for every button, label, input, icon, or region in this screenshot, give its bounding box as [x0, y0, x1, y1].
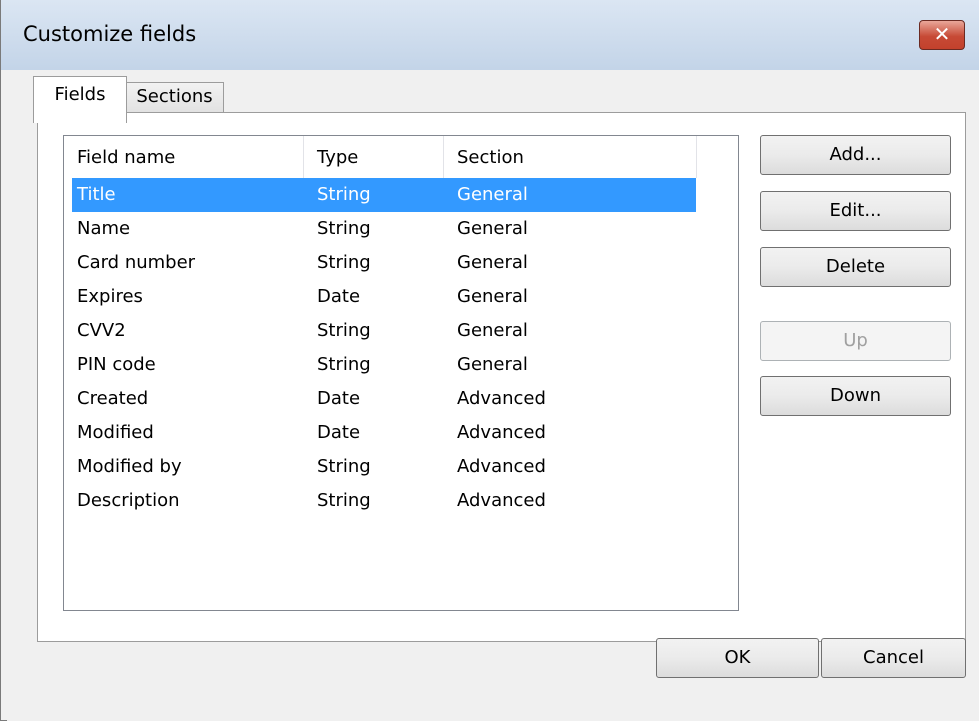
cell-field-name: Card number [77, 252, 196, 273]
cell-section: General [457, 252, 528, 273]
cell-field-name: Modified by [77, 456, 182, 477]
list-header: Field name Type Section [64, 136, 738, 178]
cell-field-name: PIN code [77, 354, 156, 375]
cell-section: General [457, 184, 528, 205]
delete-button[interactable]: Delete [760, 247, 951, 287]
cell-field-name: Title [77, 184, 116, 205]
window-title: Customize fields [23, 22, 197, 46]
cell-field-name: Created [77, 388, 149, 409]
column-header-field-name[interactable]: Field name [64, 136, 304, 178]
table-row[interactable]: Description String Advanced [64, 484, 738, 518]
cell-section: Advanced [457, 456, 546, 477]
cell-type: String [317, 354, 371, 375]
cell-section: General [457, 354, 528, 375]
cell-type: String [317, 252, 371, 273]
title-bar: Customize fields ✕ [1, 0, 979, 70]
cell-field-name: Modified [77, 422, 154, 443]
close-button[interactable]: ✕ [919, 20, 965, 50]
cell-section: General [457, 218, 528, 239]
table-row[interactable]: CVV2 String General [64, 314, 738, 348]
tab-fields[interactable]: Fields [33, 76, 127, 123]
cell-type: String [317, 320, 371, 341]
cell-type: String [317, 456, 371, 477]
cell-field-name: Expires [77, 286, 143, 307]
table-row[interactable]: Modified by String Advanced [64, 450, 738, 484]
table-row[interactable]: Created Date Advanced [64, 382, 738, 416]
table-row[interactable]: Expires Date General [64, 280, 738, 314]
cell-section: Advanced [457, 422, 546, 443]
cell-section: General [457, 286, 528, 307]
cell-type: String [317, 184, 371, 205]
cell-field-name: Description [77, 490, 180, 511]
tab-sections[interactable]: Sections [125, 82, 224, 112]
table-row[interactable]: Modified Date Advanced [64, 416, 738, 450]
cell-type: Date [317, 388, 361, 409]
cell-field-name: CVV2 [77, 320, 126, 341]
column-header-section[interactable]: Section [444, 136, 697, 178]
cancel-button[interactable]: Cancel [821, 638, 966, 678]
fields-list[interactable]: Field name Type Section Title String Gener… [63, 135, 739, 611]
cell-type: Date [317, 422, 361, 443]
cell-type: String [317, 218, 371, 239]
fields-tab-panel: Field name Type Section Title String Gener… [37, 112, 966, 642]
dialog-body: Fields Sections Field name Type Section … [7, 70, 979, 721]
add-button[interactable]: Add... [760, 135, 951, 175]
table-row[interactable]: PIN code String General [64, 348, 738, 382]
up-button[interactable]: Up [760, 321, 951, 361]
down-button[interactable]: Down [760, 376, 951, 416]
tab-sections-label: Sections [136, 86, 213, 107]
column-header-type[interactable]: Type [304, 136, 444, 178]
customize-fields-dialog: Customize fields ✕ Fields Sections Field… [0, 0, 979, 721]
cell-type: Date [317, 286, 361, 307]
table-row[interactable]: Title String General [64, 178, 738, 212]
tab-fields-label: Fields [54, 84, 106, 105]
column-header-filler [697, 136, 738, 178]
cell-field-name: Name [77, 218, 131, 239]
cell-section: Advanced [457, 490, 546, 511]
close-icon: ✕ [933, 22, 951, 46]
edit-button[interactable]: Edit... [760, 191, 951, 231]
ok-button[interactable]: OK [656, 638, 819, 678]
cell-type: String [317, 490, 371, 511]
cell-section: General [457, 320, 528, 341]
table-row[interactable]: Name String General [64, 212, 738, 246]
table-row[interactable]: Card number String General [64, 246, 738, 280]
cell-section: Advanced [457, 388, 546, 409]
